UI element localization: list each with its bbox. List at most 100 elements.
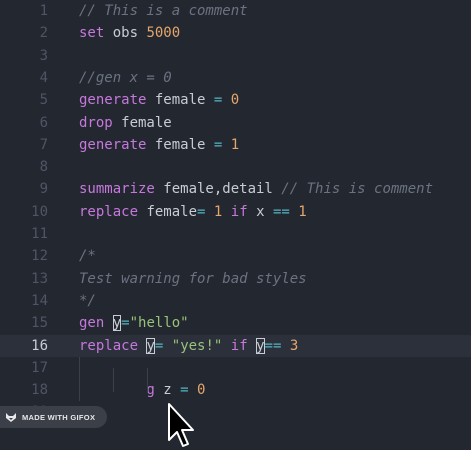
code-line[interactable]: 2 set obs 5000 bbox=[0, 22, 471, 44]
line-number: 10 bbox=[31, 203, 48, 220]
code-line[interactable]: 17 bbox=[0, 357, 471, 379]
code-line[interactable]: 16 replace y= "yes!" if y== 3 bbox=[0, 334, 471, 357]
code-line[interactable]: 13 Test warning for bad styles bbox=[0, 268, 471, 290]
code-token: // This is a comment bbox=[79, 3, 248, 19]
line-code[interactable]: set obs 5000 bbox=[79, 22, 180, 44]
line-number: 2 bbox=[39, 25, 48, 42]
code-line[interactable]: 8 bbox=[0, 156, 471, 178]
code-editor[interactable]: 1 // This is a comment 2 set obs 5000 3 4 //ge… bbox=[0, 0, 471, 449]
code-token: female bbox=[112, 114, 172, 131]
line-number: 15 bbox=[31, 315, 48, 332]
code-token: "hello" bbox=[129, 315, 189, 332]
code-token: g bbox=[79, 382, 155, 399]
code-token: */ bbox=[79, 292, 96, 309]
code-line[interactable]: 7 generate female = 1 bbox=[0, 134, 471, 156]
line-number: 12 bbox=[31, 248, 48, 265]
line-number: 8 bbox=[39, 159, 48, 176]
code-token: generate bbox=[79, 92, 147, 109]
line-number: 18 bbox=[31, 382, 48, 399]
code-token: "yes!" bbox=[171, 337, 223, 354]
code-token: replace bbox=[79, 337, 139, 354]
code-line[interactable]: 18 g z = 0 bbox=[0, 379, 471, 401]
multi-cursor-selection: y bbox=[112, 315, 122, 332]
line-code[interactable]: generate female = 1 bbox=[79, 134, 239, 156]
code-token: == bbox=[272, 203, 290, 220]
code-token: x bbox=[247, 203, 273, 220]
line-code[interactable]: gen y="hello" bbox=[79, 312, 189, 334]
line-code[interactable]: replace y= "yes!" if y== 3 bbox=[79, 335, 298, 357]
code-token: == bbox=[264, 337, 282, 354]
code-line[interactable]: 11 bbox=[0, 223, 471, 245]
code-token: female bbox=[146, 136, 214, 153]
code-line[interactable]: 4 //gen x = 0 bbox=[0, 67, 471, 89]
code-line[interactable]: 10 replace female= 1 if x == 1 bbox=[0, 201, 471, 223]
line-code[interactable]: replace female= 1 if x == 1 bbox=[79, 201, 307, 223]
code-line[interactable]: 14 */ bbox=[0, 290, 471, 312]
code-token: /* bbox=[79, 248, 96, 265]
code-token: 1 bbox=[298, 203, 307, 220]
code-token: female bbox=[146, 92, 214, 109]
line-code[interactable]: generate female = 0 bbox=[79, 89, 239, 111]
code-token: 0 bbox=[230, 92, 240, 109]
code-token: = bbox=[180, 382, 189, 399]
code-line[interactable]: 6 drop female bbox=[0, 112, 471, 134]
code-line[interactable]: 12 /* bbox=[0, 245, 471, 267]
code-token: female,detail bbox=[154, 181, 282, 198]
code-token: 0 bbox=[197, 382, 206, 399]
line-number: 13 bbox=[31, 270, 48, 287]
line-code[interactable]: summarize female,detail // This is comme… bbox=[79, 178, 433, 200]
line-code[interactable]: /* bbox=[79, 245, 96, 267]
watermark-label: MADE WITH GIFOX bbox=[22, 412, 96, 422]
line-number: 9 bbox=[39, 181, 48, 198]
line-number: 1 bbox=[39, 3, 48, 19]
code-token: Test warning for bad styles bbox=[79, 270, 307, 287]
code-line[interactable]: 3 bbox=[0, 45, 471, 67]
code-line[interactable]: 15 gen y="hello" bbox=[0, 312, 471, 334]
multi-cursor-selection: y bbox=[256, 337, 265, 354]
code-token: 5000 bbox=[146, 25, 181, 42]
gifox-watermark: MADE WITH GIFOX bbox=[0, 406, 107, 428]
line-number: 11 bbox=[31, 226, 48, 242]
code-line[interactable]: 9 summarize female,detail // This is comm… bbox=[0, 178, 471, 200]
code-token: z bbox=[154, 382, 181, 399]
code-token: replace bbox=[79, 203, 139, 220]
indent-guide bbox=[113, 368, 114, 392]
code-token: if bbox=[230, 203, 248, 220]
code-token: obs bbox=[104, 25, 147, 42]
line-number: 4 bbox=[39, 69, 48, 86]
code-token: set bbox=[79, 25, 105, 42]
code-token: gen bbox=[79, 315, 105, 332]
code-token: 3 bbox=[289, 337, 299, 354]
line-number: 3 bbox=[39, 47, 48, 64]
indent-guide bbox=[79, 357, 80, 401]
code-token: drop bbox=[79, 114, 113, 131]
line-number: 5 bbox=[39, 92, 48, 109]
line-number: 16 bbox=[31, 337, 48, 354]
line-number: 14 bbox=[31, 292, 48, 309]
line-number: 6 bbox=[39, 114, 48, 131]
code-token: generate bbox=[79, 136, 147, 153]
multi-cursor-selection: y bbox=[146, 337, 155, 354]
line-code[interactable]: */ bbox=[79, 290, 96, 312]
line-code[interactable]: //gen x = 0 bbox=[79, 67, 172, 89]
line-code[interactable]: Test warning for bad styles bbox=[79, 268, 307, 290]
code-token: summarize bbox=[79, 181, 155, 198]
line-number: 17 bbox=[31, 359, 48, 376]
line-code[interactable]: drop female bbox=[79, 112, 172, 134]
code-line[interactable]: 1 // This is a comment bbox=[0, 0, 471, 22]
code-line[interactable]: 5 generate female = 0 bbox=[0, 89, 471, 111]
line-code[interactable]: // This is a comment bbox=[79, 0, 248, 22]
line-code[interactable]: g z = 0 bbox=[79, 379, 205, 401]
code-token: // This is comment bbox=[281, 181, 434, 198]
